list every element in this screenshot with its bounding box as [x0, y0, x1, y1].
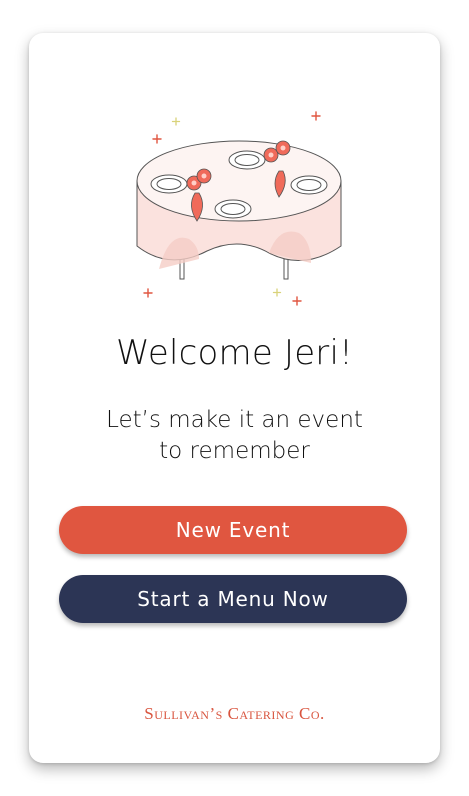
new-event-button[interactable]: New Event	[59, 506, 407, 554]
welcome-card: Welcome Jeri! Let’s make it an event to …	[29, 33, 440, 763]
subtitle-line: Let’s make it an event	[106, 407, 363, 433]
welcome-subtitle: Let’s make it an event to remember	[29, 405, 440, 467]
welcome-title: Welcome Jeri!	[116, 333, 353, 373]
subtitle-line: to remember	[159, 438, 310, 464]
brand-footer: Sullivan’s Catering Co.	[144, 704, 325, 723]
catering-table-illustration	[136, 111, 342, 306]
start-menu-button[interactable]: Start a Menu Now	[59, 575, 407, 623]
